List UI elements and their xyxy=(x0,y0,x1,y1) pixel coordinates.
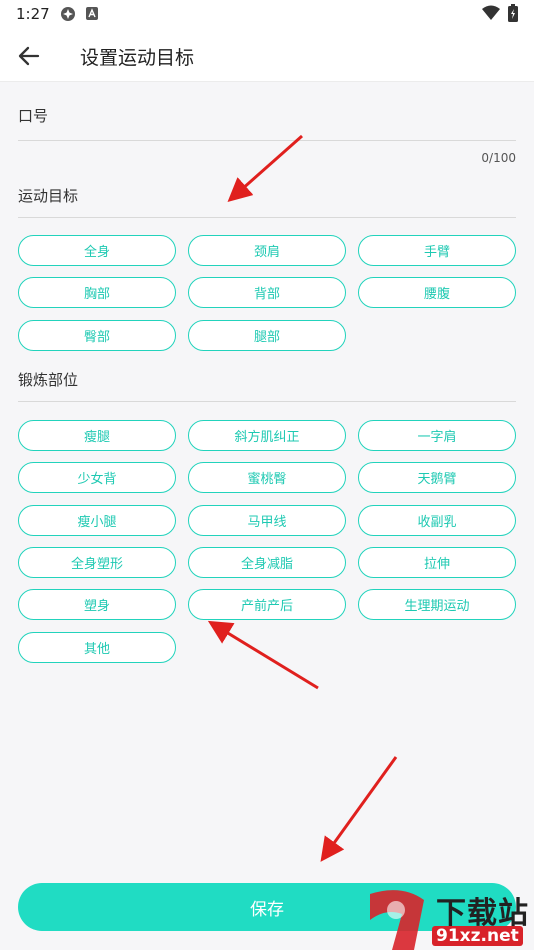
wifi-icon xyxy=(482,5,500,20)
battery-icon xyxy=(508,4,518,22)
back-arrow-icon[interactable] xyxy=(16,43,42,69)
app-bar: 设置运动目标 xyxy=(0,28,534,82)
goal-chip[interactable]: 腰腹 xyxy=(358,277,516,309)
body-part-chip[interactable]: 收副乳 xyxy=(358,504,516,536)
status-bar: 1:27 xyxy=(0,0,534,28)
sync-icon xyxy=(61,7,75,21)
goal-chip[interactable]: 背部 xyxy=(188,277,346,309)
goal-chip[interactable]: 全身 xyxy=(18,235,176,266)
page-title: 设置运动目标 xyxy=(80,47,195,69)
body-part-chip[interactable]: 斜方肌纠正 xyxy=(188,420,346,451)
body-part-chip[interactable]: 马甲线 xyxy=(188,504,346,536)
body-parts-label: 锻炼部位 xyxy=(18,371,79,389)
body-part-chip[interactable]: 一字肩 xyxy=(358,420,516,451)
goals-divider xyxy=(18,217,516,218)
body-part-chip[interactable]: 瘦小腿 xyxy=(18,504,176,536)
arrow-to-body-parts xyxy=(207,620,319,690)
body-part-chip[interactable]: 全身减脂 xyxy=(188,546,346,578)
goal-chip[interactable]: 胸部 xyxy=(18,277,176,309)
arrow-to-goals xyxy=(227,134,303,202)
body-part-chip[interactable]: 塑身 xyxy=(18,589,176,621)
body-part-chip[interactable]: 产前产后 xyxy=(188,589,346,621)
body-part-chip[interactable]: 少女背 xyxy=(18,462,176,494)
goal-chip[interactable]: 腿部 xyxy=(188,319,346,351)
body-part-chip[interactable]: 蜜桃臀 xyxy=(188,462,346,494)
body-part-chip[interactable]: 其他 xyxy=(18,631,176,663)
goal-chip[interactable]: 臀部 xyxy=(18,319,176,351)
slogan-char-count: 0/100 xyxy=(481,151,516,165)
body-part-chip[interactable]: 生理期运动 xyxy=(358,589,516,621)
body-part-chip[interactable]: 拉伸 xyxy=(358,546,516,578)
body-part-chip[interactable]: 全身塑形 xyxy=(18,546,176,578)
watermark-url: 91xz.net xyxy=(432,926,523,946)
app-notification-icon xyxy=(86,7,98,20)
goal-chip[interactable]: 颈肩 xyxy=(188,235,346,266)
slogan-input[interactable] xyxy=(18,100,516,140)
status-time: 1:27 xyxy=(16,5,50,23)
slogan-underline xyxy=(18,140,516,141)
body-part-chip[interactable]: 瘦腿 xyxy=(18,420,176,451)
arrow-to-save xyxy=(320,756,398,862)
body-part-chip[interactable]: 天鹅臂 xyxy=(358,462,516,494)
goal-chip[interactable]: 手臂 xyxy=(358,235,516,266)
goals-label: 运动目标 xyxy=(18,187,79,205)
body-parts-divider xyxy=(18,401,516,402)
